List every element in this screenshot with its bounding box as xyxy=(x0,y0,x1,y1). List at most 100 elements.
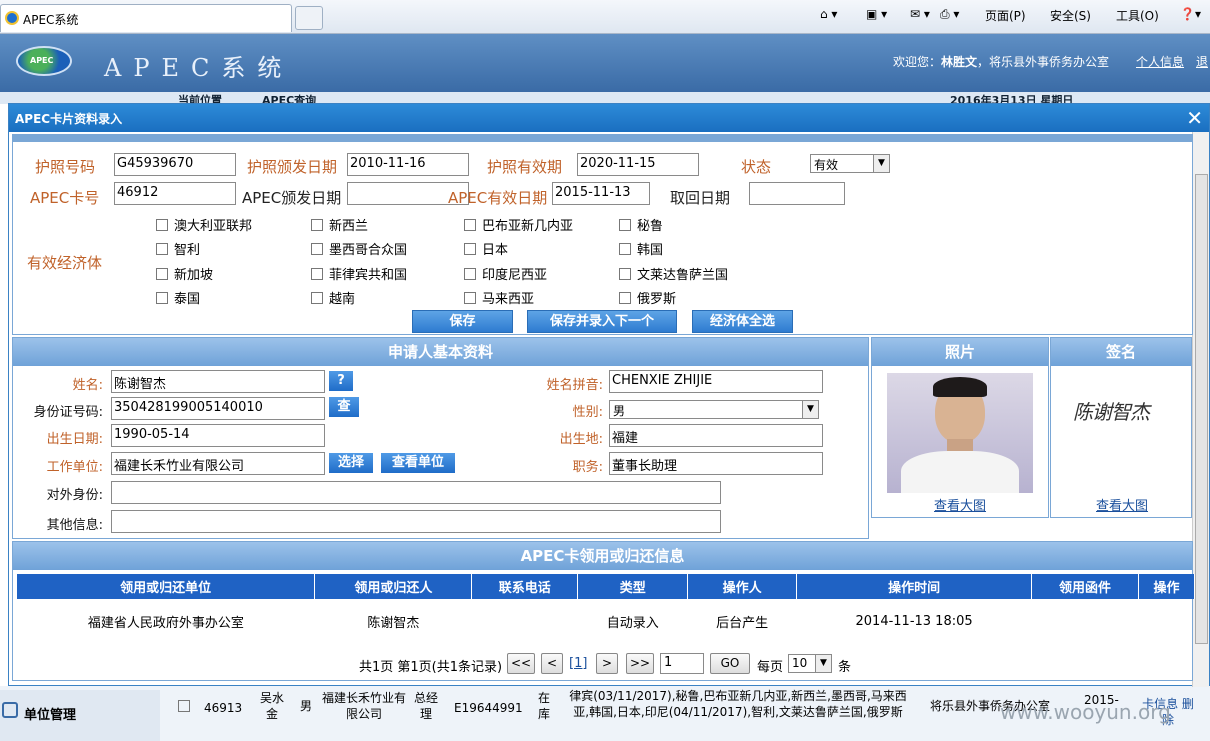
app-header: APEC APEC系统 欢迎您：林胜文，将乐县外事侨务办公室 个人信息 退 xyxy=(0,34,1210,92)
print-icon[interactable]: ⎙ ▾ xyxy=(940,7,959,22)
foreign-identity-label: 对外身份: xyxy=(46,488,103,503)
economy-checkbox[interactable]: 日本 xyxy=(464,239,508,258)
records-table: 领用或归还单位 领用或归还人 联系电话 类型 操作人 操作时间 领用函件 操作 福建省人民政府… xyxy=(17,574,1196,643)
logout-link[interactable]: 退 xyxy=(1196,53,1208,70)
economy-checkbox[interactable]: 新西兰 xyxy=(311,215,368,234)
economy-checkbox[interactable]: 俄罗斯 xyxy=(619,288,676,307)
menu-tools[interactable]: 工具(O) xyxy=(1116,7,1159,24)
status-label: 状态 xyxy=(741,158,772,176)
browser-toolbar: APEC系统 ⌂ ▾ ▣ ▾ ✉ ▾ ⎙ ▾ 页面(P) 安全(S) 工具(O)… xyxy=(0,0,1210,34)
economy-checkbox[interactable]: 墨西哥合众国 xyxy=(311,239,407,258)
economy-checkbox[interactable]: 越南 xyxy=(311,288,355,307)
pager-page-input[interactable]: 1 xyxy=(660,653,704,674)
id-number-field[interactable]: 350428199005140010 xyxy=(111,397,325,420)
table-row: 福建省人民政府外事办公室 陈谢智杰 自动录入 后台产生 2014-11-13 18:05 xyxy=(17,599,1195,643)
apec-card-dialog: APEC卡片资料录入 ✕ 护照号码 G45939670 护照颁发日期 2010-… xyxy=(8,103,1210,687)
passport-issue-field[interactable]: 2010-11-16 xyxy=(347,153,469,176)
signature-image: 陈谢智杰 xyxy=(1073,400,1150,424)
cell-unit: 福建长禾竹业有限公司 xyxy=(322,691,407,721)
table-cell xyxy=(472,599,578,643)
economy-checkbox[interactable]: 文莱达鲁萨兰国 xyxy=(619,264,728,283)
mail-icon[interactable]: ✉ ▾ xyxy=(910,7,930,21)
id-check-button[interactable]: 查 xyxy=(329,397,359,417)
name-field[interactable]: 陈谢智杰 xyxy=(111,370,325,393)
status-select[interactable]: 有效 ▼ xyxy=(810,154,890,173)
per-page-select[interactable]: 10 ▼ xyxy=(788,654,832,673)
pager-first-button[interactable]: << xyxy=(507,653,535,674)
applicant-photo xyxy=(887,373,1033,493)
dialog-title: APEC卡片资料录入 xyxy=(15,112,123,126)
table-cell: 自动录入 xyxy=(606,615,659,631)
personal-info-link[interactable]: 个人信息 xyxy=(1136,53,1184,70)
birth-date-field[interactable]: 1990-05-14 xyxy=(111,424,325,447)
gender-select[interactable]: 男 ▼ xyxy=(609,400,819,419)
choose-unit-button[interactable]: 选择 xyxy=(329,453,373,473)
passport-expiry-field[interactable]: 2020-11-15 xyxy=(577,153,699,176)
table-cell: 陈谢智杰 xyxy=(367,615,420,631)
foreign-identity-field[interactable] xyxy=(111,481,721,504)
economy-checkbox[interactable]: 新加坡 xyxy=(156,264,213,283)
table-cell: 后台产生 xyxy=(716,615,769,631)
pager-last-button[interactable]: >> xyxy=(626,653,654,674)
rss-icon[interactable]: ▣ ▾ xyxy=(866,7,887,21)
home-icon[interactable]: ⌂ ▾ xyxy=(820,7,837,21)
apec-expiry-field[interactable]: 2015-11-13 xyxy=(552,182,650,205)
recall-date-field[interactable] xyxy=(749,182,845,205)
pager-summary: 共1页 第1页(共1条记录) xyxy=(359,660,503,675)
menu-safety[interactable]: 安全(S) xyxy=(1050,7,1091,24)
economy-checkbox[interactable]: 韩国 xyxy=(619,239,663,258)
apec-no-field[interactable]: 46912 xyxy=(114,182,236,205)
cell-status: 在库 xyxy=(537,691,550,721)
apec-no-label: APEC卡号 xyxy=(30,189,100,207)
cell-card-no: 46913 xyxy=(204,701,243,715)
name-help-button[interactable]: ? xyxy=(329,371,353,391)
economy-checkbox[interactable]: 秘鲁 xyxy=(619,215,663,234)
menu-page[interactable]: 页面(P) xyxy=(985,7,1026,24)
pager-go-button[interactable]: GO xyxy=(710,653,750,674)
passport-no-label: 护照号码 xyxy=(35,158,96,176)
pager-next-button[interactable]: > xyxy=(596,653,618,674)
economies-label: 有效经济体 xyxy=(27,254,103,272)
row-checkbox[interactable] xyxy=(178,700,190,712)
view-unit-button[interactable]: 查看单位 xyxy=(381,453,455,473)
help-icon[interactable]: ❓▾ xyxy=(1180,7,1201,21)
chevron-down-icon: ▼ xyxy=(873,155,889,172)
birthplace-label: 出生地: xyxy=(559,432,603,447)
save-button[interactable]: 保存 xyxy=(412,310,513,333)
column-header: 领用或归还单位 xyxy=(17,574,316,599)
duty-field[interactable]: 董事长助理 xyxy=(609,452,823,475)
passport-no-field[interactable]: G45939670 xyxy=(114,153,236,176)
pager-current-page[interactable]: [1] xyxy=(569,656,587,671)
table-cell: 福建省人民政府外事办公室 xyxy=(87,615,244,631)
work-unit-field[interactable]: 福建长禾竹业有限公司 xyxy=(111,452,325,475)
signature-section: 签名 陈谢智杰 查看大图 xyxy=(1050,337,1192,518)
economy-checkbox[interactable]: 澳大利亚联邦 xyxy=(156,215,252,234)
economy-checkbox[interactable]: 印度尼西亚 xyxy=(464,264,547,283)
recall-date-label: 取回日期 xyxy=(670,189,731,207)
birthplace-field[interactable]: 福建 xyxy=(609,424,823,447)
economy-checkbox[interactable]: 马来西亚 xyxy=(464,288,534,307)
table-cell: 2014-11-13 18:05 xyxy=(855,613,973,629)
applicant-section: 申请人基本资料 姓名: 陈谢智杰 ? 姓名拼音: CHENXIE ZHIJIE … xyxy=(12,337,869,539)
signature-view-large-link[interactable]: 查看大图 xyxy=(1096,495,1148,514)
column-header: 操作 xyxy=(1138,574,1196,599)
economy-checkbox[interactable]: 智利 xyxy=(156,239,200,258)
photo-title: 照片 xyxy=(872,338,1048,366)
close-icon[interactable]: ✕ xyxy=(1186,106,1203,130)
new-tab-button[interactable] xyxy=(295,6,323,30)
browser-tab[interactable]: APEC系统 xyxy=(0,4,292,32)
pinyin-field[interactable]: CHENXIE ZHIJIE xyxy=(609,370,823,393)
economy-checkbox[interactable]: 菲律宾共和国 xyxy=(311,264,407,283)
other-info-label: 其他信息: xyxy=(46,518,103,533)
other-info-field[interactable] xyxy=(111,510,721,533)
tab-title: APEC系统 xyxy=(23,13,79,27)
save-and-next-button[interactable]: 保存并录入下一个 xyxy=(527,310,677,333)
per-page-label: 每页 xyxy=(757,660,784,675)
economy-checkbox[interactable]: 巴布亚新几内亚 xyxy=(464,215,573,234)
select-all-economies-button[interactable]: 经济体全选 xyxy=(692,310,793,333)
section-title-strip xyxy=(13,134,1192,142)
sidebar-item-unit-management[interactable]: 单位管理 xyxy=(0,690,160,741)
pager-prev-button[interactable]: < xyxy=(541,653,563,674)
economy-checkbox[interactable]: 泰国 xyxy=(156,288,200,307)
photo-view-large-link[interactable]: 查看大图 xyxy=(934,495,986,514)
